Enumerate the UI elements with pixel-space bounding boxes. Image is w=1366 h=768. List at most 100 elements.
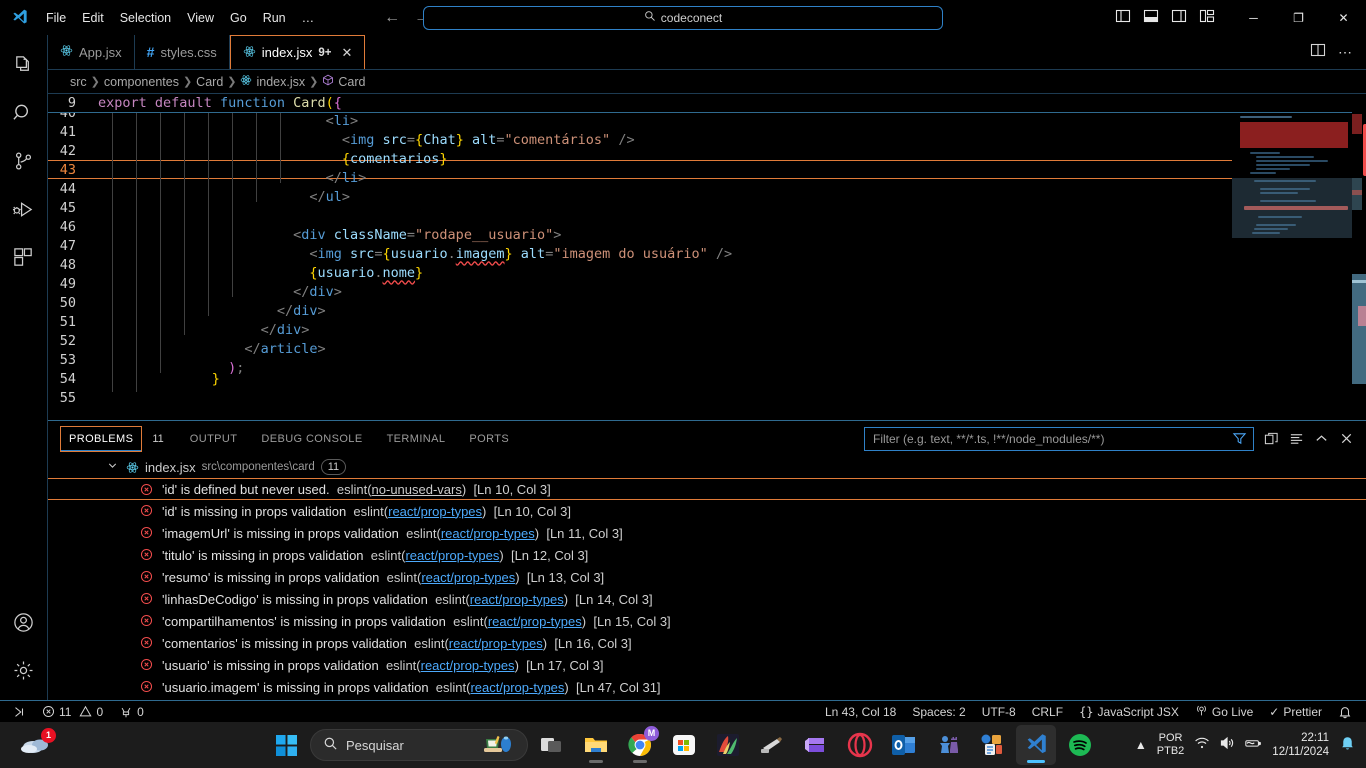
problems-filter[interactable] bbox=[864, 426, 1254, 451]
remote-indicator[interactable] bbox=[4, 701, 34, 723]
toggle-primary-sidebar-icon[interactable] bbox=[1115, 8, 1131, 27]
menu-view[interactable]: View bbox=[179, 8, 222, 28]
problems-list[interactable]: index.jsx src\componentes\card 11 'id' i… bbox=[48, 456, 1366, 700]
panel-tab-ports[interactable]: PORTS bbox=[461, 427, 517, 451]
maximize-button[interactable]: ❐ bbox=[1276, 0, 1321, 35]
taskbar-app-google-chrome[interactable]: M bbox=[620, 725, 660, 765]
problem-rule-link[interactable]: react/prop-types bbox=[470, 592, 564, 607]
taskbar-app-paint-art[interactable] bbox=[708, 725, 748, 765]
problem-row[interactable]: 'imagemUrl' is missing in props validati… bbox=[48, 522, 1366, 544]
sticky-scroll-line[interactable]: 9 export default function Card({ bbox=[48, 94, 1366, 113]
encoding-setting[interactable]: UTF-8 bbox=[974, 701, 1024, 723]
problem-row[interactable]: 'comentarios' is missing in props valida… bbox=[48, 632, 1366, 654]
sidebar-item-extensions[interactable] bbox=[0, 233, 48, 281]
view-as-table-icon[interactable] bbox=[1289, 431, 1304, 446]
volume-icon[interactable] bbox=[1219, 735, 1235, 756]
problem-rule-link[interactable]: react/prop-types bbox=[470, 680, 564, 695]
chevron-up-icon[interactable] bbox=[1314, 431, 1329, 446]
editor-position[interactable]: Ln 43, Col 18 bbox=[817, 701, 904, 723]
arrow-left-icon[interactable]: ← bbox=[384, 9, 400, 26]
menu-file[interactable]: File bbox=[38, 8, 74, 28]
sidebar-item-explorer[interactable] bbox=[0, 41, 48, 89]
taskbar-app-visual-studio-code[interactable] bbox=[1016, 725, 1056, 765]
menu-selection[interactable]: Selection bbox=[112, 8, 179, 28]
collapse-all-icon[interactable] bbox=[1264, 431, 1279, 446]
taskbar-app-microsoft-outlook[interactable] bbox=[884, 725, 924, 765]
tab-index-jsx[interactable]: index.jsx 9+ ✕ bbox=[229, 35, 366, 69]
problem-rule-link[interactable]: react/prop-types bbox=[488, 614, 582, 629]
problem-rule-link[interactable]: no-unused-vars bbox=[372, 482, 462, 497]
eol-setting[interactable]: CRLF bbox=[1024, 701, 1071, 723]
chevron-down-icon[interactable] bbox=[106, 459, 119, 475]
tab-app-jsx[interactable]: App.jsx bbox=[48, 35, 135, 69]
problem-rule-link[interactable]: react/prop-types bbox=[441, 526, 535, 541]
taskbar-app-chess[interactable] bbox=[928, 725, 968, 765]
chevron-up-icon[interactable]: ▲ bbox=[1135, 738, 1147, 752]
panel-tab-output[interactable]: OUTPUT bbox=[182, 427, 246, 451]
editor-lines[interactable]: 40 <li> 41 bbox=[48, 113, 1366, 420]
toggle-secondary-sidebar-icon[interactable] bbox=[1171, 8, 1187, 27]
minimize-button[interactable]: ─ bbox=[1231, 0, 1276, 35]
filter-icon[interactable] bbox=[1232, 431, 1247, 446]
taskbar-search-box[interactable]: Pesquisar bbox=[310, 729, 528, 761]
close-icon[interactable]: ✕ bbox=[341, 45, 352, 61]
accounts-icon[interactable] bbox=[0, 598, 48, 646]
command-center[interactable]: codeconect bbox=[423, 5, 943, 30]
more-actions-icon[interactable]: ⋯ bbox=[1338, 45, 1354, 59]
breadcrumb-item-index-jsx[interactable]: index.jsx bbox=[240, 74, 305, 89]
taskbar-app-spotify[interactable] bbox=[1060, 725, 1100, 765]
clock[interactable]: 22:11 12/11/2024 bbox=[1272, 731, 1329, 759]
problem-row[interactable]: 'usuario' is missing in props validation… bbox=[48, 654, 1366, 676]
indentation-setting[interactable]: Spaces: 2 bbox=[904, 701, 973, 723]
go-live-button[interactable]: Go Live bbox=[1187, 701, 1261, 723]
split-editor-icon[interactable] bbox=[1310, 42, 1326, 63]
problem-row[interactable]: 'id' is defined but never used. eslint(n… bbox=[48, 478, 1366, 500]
close-icon[interactable] bbox=[1339, 431, 1354, 446]
taskbar-app-opera[interactable] bbox=[840, 725, 880, 765]
wifi-icon[interactable] bbox=[1194, 735, 1210, 756]
code-line-54[interactable]: 54 } bbox=[48, 369, 1366, 388]
language-mode[interactable]: {} JavaScript JSX bbox=[1071, 701, 1187, 723]
taskbar-app-snipping-tool[interactable] bbox=[752, 725, 792, 765]
sidebar-item-search[interactable] bbox=[0, 89, 48, 137]
breadcrumb-item-card[interactable]: Card bbox=[196, 75, 223, 89]
scrollbar-slider[interactable] bbox=[1352, 274, 1366, 384]
breadcrumb-item-componentes[interactable]: componentes bbox=[104, 75, 179, 89]
menu-run[interactable]: Run bbox=[255, 8, 294, 28]
gear-icon[interactable] bbox=[0, 646, 48, 694]
problem-rule-link[interactable]: react/prop-types bbox=[405, 548, 499, 563]
problem-rule-link[interactable]: react/prop-types bbox=[421, 570, 515, 585]
notification-bell-icon[interactable] bbox=[1339, 734, 1356, 756]
taskbar-app-clipchamp[interactable] bbox=[796, 725, 836, 765]
taskbar-app-microsoft-store[interactable] bbox=[664, 725, 704, 765]
minimap[interactable] bbox=[1232, 94, 1352, 420]
panel-tab-terminal[interactable]: TERMINAL bbox=[379, 427, 454, 451]
editor-scrollbar[interactable] bbox=[1352, 94, 1366, 420]
problem-rule-link[interactable]: react/prop-types bbox=[388, 504, 482, 519]
code-editor[interactable]: 9 export default function Card({ 40 bbox=[48, 94, 1366, 420]
sidebar-item-run-debug[interactable] bbox=[0, 185, 48, 233]
sidebar-item-source-control[interactable] bbox=[0, 137, 48, 185]
problem-row[interactable]: 'id' is missing in props validation esli… bbox=[48, 500, 1366, 522]
panel-tab-problems[interactable]: PROBLEMS bbox=[60, 425, 143, 452]
taskbar-weather-widget[interactable]: 1 bbox=[12, 722, 62, 768]
breadcrumb-item-src[interactable]: src bbox=[70, 75, 87, 89]
problem-row[interactable]: 'linhasDeCodigo' is missing in props val… bbox=[48, 588, 1366, 610]
battery-icon[interactable] bbox=[1244, 735, 1262, 756]
notifications-bell-icon[interactable] bbox=[1330, 701, 1360, 723]
problem-row[interactable]: 'usuario.imagem' is missing in props val… bbox=[48, 676, 1366, 698]
language-indicator[interactable]: POR PTB2 bbox=[1157, 732, 1185, 758]
taskbar-app-task-view[interactable] bbox=[532, 725, 572, 765]
problems-file-group[interactable]: index.jsx src\componentes\card 11 bbox=[48, 456, 1366, 478]
toggle-panel-icon[interactable] bbox=[1143, 8, 1159, 27]
windows-start-button[interactable] bbox=[266, 725, 306, 765]
panel-tab-debug-console[interactable]: DEBUG CONSOLE bbox=[253, 427, 370, 451]
tab-styles-css[interactable]: # styles.css bbox=[135, 35, 230, 69]
menu-go[interactable]: Go bbox=[222, 8, 255, 28]
taskbar-app-office[interactable] bbox=[972, 725, 1012, 765]
problem-rule-link[interactable]: react/prop-types bbox=[449, 636, 543, 651]
problem-row[interactable]: 'titulo' is missing in props validation … bbox=[48, 544, 1366, 566]
status-bar-ports[interactable]: 0 bbox=[111, 701, 152, 723]
customize-layout-icon[interactable] bbox=[1199, 8, 1215, 27]
close-button[interactable]: ✕ bbox=[1321, 0, 1366, 35]
